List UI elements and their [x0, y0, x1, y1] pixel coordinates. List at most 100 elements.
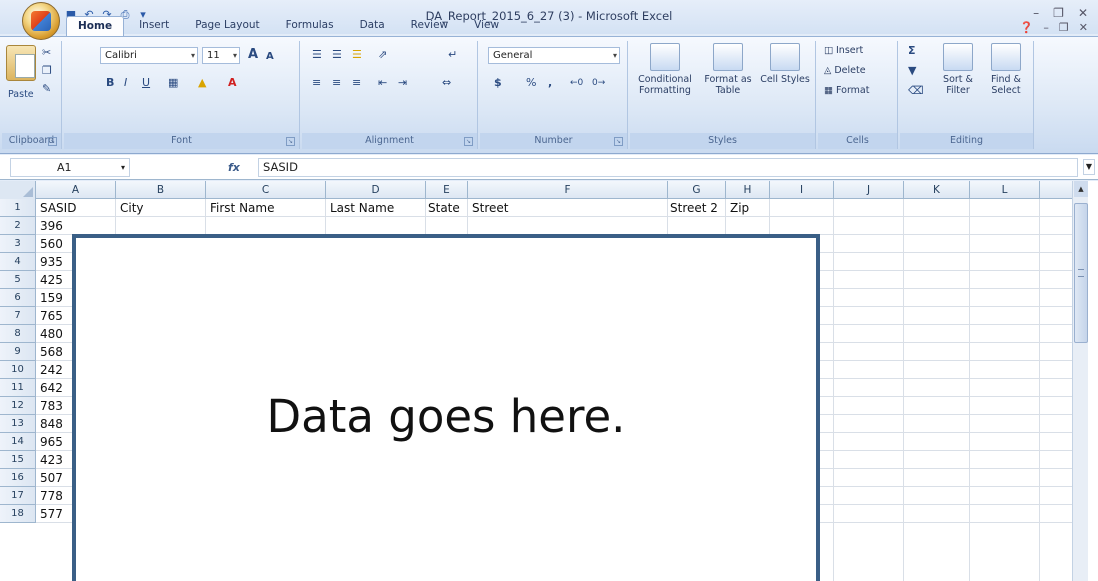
cell-a8[interactable]: 480	[38, 325, 72, 343]
align-left-icon[interactable]: ≡	[312, 75, 321, 91]
find-select-button[interactable]: Find & Select	[984, 43, 1028, 96]
row-header-12[interactable]: 12	[0, 397, 36, 415]
clear-icon[interactable]: ⌫	[908, 83, 924, 99]
scroll-up-icon[interactable]: ▲	[1074, 181, 1088, 197]
autosum-icon[interactable]: Σ	[908, 43, 916, 59]
conditional-formatting-button[interactable]: Conditional Formatting	[634, 43, 696, 96]
italic-icon[interactable]: I	[124, 75, 127, 91]
row-header-10[interactable]: 10	[0, 361, 36, 379]
increase-decimal-icon[interactable]: ←0	[570, 75, 583, 91]
column-header-e[interactable]: E	[426, 181, 468, 199]
cell-a13[interactable]: 848	[38, 415, 72, 433]
tab-home[interactable]: Home	[66, 16, 125, 38]
workbook-restore-icon[interactable]: ❐	[1059, 21, 1069, 34]
row-header-5[interactable]: 5	[0, 271, 36, 289]
column-header-b[interactable]: B	[116, 181, 206, 199]
fill-icon[interactable]: ▼	[908, 63, 916, 79]
expand-formula-bar-icon[interactable]: ▼	[1083, 159, 1095, 175]
increase-indent-icon[interactable]: ⇥	[398, 75, 407, 91]
name-box[interactable]: A1 ▾	[10, 158, 130, 177]
insert-cells-button[interactable]: ◫ Insert	[824, 43, 863, 59]
cell-h1[interactable]: Zip	[728, 199, 770, 217]
cell-styles-button[interactable]: Cell Styles	[760, 43, 810, 85]
row-header-7[interactable]: 7	[0, 307, 36, 325]
office-button[interactable]	[22, 2, 60, 40]
column-header-g[interactable]: G	[668, 181, 726, 199]
workbook-minimize-icon[interactable]: –	[1043, 21, 1049, 34]
copy-icon[interactable]: ❐	[42, 63, 52, 79]
column-header-a[interactable]: A	[36, 181, 116, 199]
row-header-1[interactable]: 1	[0, 199, 36, 217]
orientation-icon[interactable]: ⇗	[378, 47, 387, 63]
column-header-c[interactable]: C	[206, 181, 326, 199]
paste-button[interactable]: Paste	[8, 87, 34, 103]
cell-g1[interactable]: Street 2	[668, 199, 728, 217]
column-header-l[interactable]: L	[970, 181, 1040, 199]
row-header-18[interactable]: 18	[0, 505, 36, 523]
grow-font-icon[interactable]: A	[248, 47, 258, 63]
cell-a12[interactable]: 783	[38, 397, 72, 415]
cell-a9[interactable]: 568	[38, 343, 72, 361]
cell-a18[interactable]: 577	[38, 505, 72, 523]
tab-page-layout[interactable]: Page Layout	[184, 16, 270, 36]
comma-style-icon[interactable]: ,	[548, 75, 552, 91]
percent-button[interactable]: %	[526, 75, 536, 91]
center-icon[interactable]: ≡	[332, 75, 341, 91]
formula-input[interactable]: SASID	[258, 158, 1078, 177]
cell-a16[interactable]: 507	[38, 469, 72, 487]
clipboard-launcher-icon[interactable]: ↘	[48, 137, 57, 146]
font-size-combo[interactable]: 11 ▾	[202, 47, 240, 64]
merge-center-icon[interactable]: ⇔	[442, 75, 451, 91]
row-header-2[interactable]: 2	[0, 217, 36, 235]
close-icon[interactable]: ✕	[1078, 6, 1088, 20]
row-header-15[interactable]: 15	[0, 451, 36, 469]
fill-color-icon[interactable]: ▲	[198, 75, 206, 91]
cell-a2[interactable]: 396	[38, 217, 72, 235]
row-header-17[interactable]: 17	[0, 487, 36, 505]
restore-icon[interactable]: ❐	[1053, 6, 1064, 20]
cell-a17[interactable]: 778	[38, 487, 72, 505]
help-icon[interactable]: ❓	[1020, 21, 1034, 34]
cell-a1[interactable]: SASID	[38, 199, 116, 217]
tab-review[interactable]: Review	[400, 16, 459, 36]
cell-c1[interactable]: First Name	[208, 199, 326, 217]
top-align-icon[interactable]: ☰	[312, 47, 322, 63]
row-header-8[interactable]: 8	[0, 325, 36, 343]
workbook-close-icon[interactable]: ✕	[1079, 21, 1088, 34]
column-header-f[interactable]: F	[468, 181, 668, 199]
cell-a3[interactable]: 560	[38, 235, 72, 253]
column-header-j[interactable]: J	[834, 181, 904, 199]
delete-cells-button[interactable]: ◬ Delete	[824, 63, 866, 79]
wrap-text-icon[interactable]: ↵	[448, 47, 457, 63]
cell-a4[interactable]: 935	[38, 253, 72, 271]
align-right-icon[interactable]: ≡	[352, 75, 361, 91]
currency-button[interactable]: $	[494, 75, 502, 91]
row-header-3[interactable]: 3	[0, 235, 36, 253]
underline-icon[interactable]: U	[142, 75, 150, 91]
shrink-font-icon[interactable]: A	[266, 49, 274, 65]
font-color-icon[interactable]: A	[228, 75, 237, 91]
row-header-11[interactable]: 11	[0, 379, 36, 397]
column-header-k[interactable]: K	[904, 181, 970, 199]
tab-insert[interactable]: Insert	[128, 16, 180, 36]
format-as-table-button[interactable]: Format as Table	[700, 43, 756, 96]
borders-icon[interactable]: ▦	[168, 75, 178, 91]
middle-align-icon[interactable]: ☰	[332, 47, 342, 63]
cell-a14[interactable]: 965	[38, 433, 72, 451]
cell-d1[interactable]: Last Name	[328, 199, 426, 217]
column-header-d[interactable]: D	[326, 181, 426, 199]
font-launcher-icon[interactable]: ↘	[286, 137, 295, 146]
cell-e1[interactable]: State	[426, 199, 468, 217]
row-header-6[interactable]: 6	[0, 289, 36, 307]
column-header-h[interactable]: H	[726, 181, 770, 199]
minimize-icon[interactable]: –	[1033, 6, 1039, 20]
format-cells-button[interactable]: ▦ Format	[824, 83, 869, 99]
number-format-combo[interactable]: General ▾	[488, 47, 620, 64]
cell-f1[interactable]: Street	[470, 199, 668, 217]
cell-b1[interactable]: City	[118, 199, 206, 217]
cell-a15[interactable]: 423	[38, 451, 72, 469]
cell-a5[interactable]: 425	[38, 271, 72, 289]
cell-a10[interactable]: 242	[38, 361, 72, 379]
alignment-launcher-icon[interactable]: ↘	[464, 137, 473, 146]
decrease-indent-icon[interactable]: ⇤	[378, 75, 387, 91]
